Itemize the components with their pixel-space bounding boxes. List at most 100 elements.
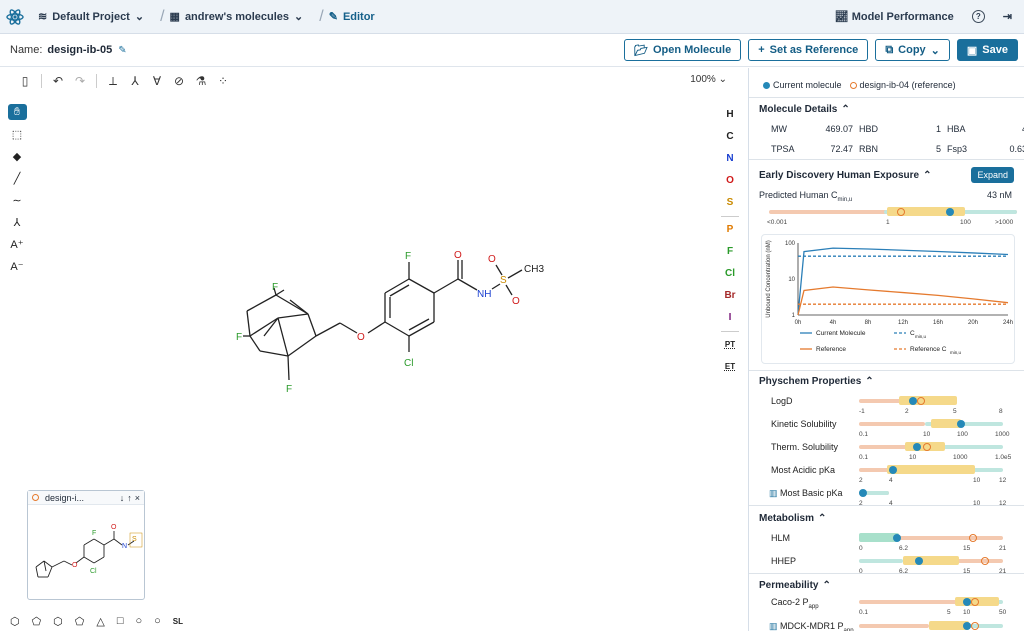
logout-icon[interactable]: ⇥ [1003, 10, 1012, 23]
properties-panel: Current molecule design-ib-04 (reference… [748, 68, 1024, 631]
arrow-up-icon[interactable]: ↑ [127, 493, 132, 503]
atom-button-n[interactable]: N [726, 148, 733, 170]
fluorine-label: F [286, 384, 292, 395]
fluorine-label: F [236, 332, 242, 343]
copy-label: Copy [898, 44, 926, 56]
benzene-icon[interactable]: ⬡ [10, 615, 20, 628]
cyclopentadiene-icon[interactable]: ⬠ [32, 615, 42, 628]
bond-icon[interactable]: ╱ [8, 170, 27, 186]
eraser-icon[interactable]: ◆ [8, 148, 27, 164]
set-reference-button[interactable]: + Set as Reference [748, 39, 869, 61]
cyclohexane-icon[interactable]: ⬡ [53, 615, 63, 628]
property-name: HLM [771, 533, 790, 543]
predicted-label-text: Predicted Human C [759, 190, 838, 200]
cyclopropane-icon[interactable]: △ [96, 615, 104, 628]
detail-value: 72.47 [830, 144, 853, 154]
reference-marker [969, 534, 977, 542]
molecule-details-header[interactable]: Molecule Details ⌃ [749, 104, 850, 115]
atom-button-pt[interactable]: PT [725, 334, 735, 356]
select-icon[interactable]: ⬚ [8, 126, 27, 142]
property-name: Therm. Solubility [771, 442, 838, 452]
atom-button-p[interactable]: P [727, 219, 734, 241]
structure-library-icon[interactable]: SL [173, 617, 183, 626]
calculate-icon[interactable]: ⚗︎ [190, 74, 212, 88]
undo-icon[interactable]: ↶ [47, 74, 69, 88]
cyclooctane-icon[interactable]: ○ [154, 615, 161, 627]
property-label: Most Basic pKa [780, 488, 843, 498]
property-name: LogD [771, 396, 793, 406]
divider [41, 74, 42, 88]
atom-button-cl[interactable]: Cl [725, 263, 735, 285]
cyclopentane-icon[interactable]: ⬠ [75, 615, 85, 628]
atom-button-o[interactable]: O [726, 170, 734, 192]
chevron-up-icon: ⌃ [865, 376, 874, 387]
detail-key: MW [771, 124, 787, 134]
chain-icon[interactable]: ∼ [8, 192, 27, 208]
atom-button-h[interactable]: H [726, 104, 733, 126]
zoom-select[interactable]: 100% ⌄ [690, 74, 727, 85]
redo-icon[interactable]: ↷ [69, 74, 91, 88]
new-document-icon[interactable]: ▯ [14, 74, 36, 88]
atom-button-et[interactable]: ET [725, 356, 735, 378]
breadcrumb-editor[interactable]: / ✎ Editor [311, 8, 382, 26]
exposure-header[interactable]: Early Discovery Human Exposure ⌃ [749, 170, 931, 181]
detail-key: TPSA [771, 144, 795, 154]
open-molecule-button[interactable]: 📂︎ Open Molecule [623, 39, 742, 61]
question-circle-icon[interactable]: ? [971, 10, 985, 23]
metabolism-header[interactable]: Metabolism ⌃ [749, 513, 826, 524]
atom-button-i[interactable]: I [729, 307, 732, 329]
model-performance-link[interactable]: 📈︎ Model Performance [835, 10, 954, 23]
chlorine-label: Cl [404, 358, 413, 369]
chevron-down-icon: ⌄ [718, 74, 727, 85]
current-marker [909, 397, 917, 405]
series-line-2 [797, 286, 1009, 316]
copy-button[interactable]: ⧉ Copy ⌄ [875, 39, 950, 61]
hand-icon[interactable]: ✋︎ [7, 104, 27, 120]
close-icon[interactable]: × [135, 493, 140, 503]
rgroup-icon[interactable]: ⅄ [8, 214, 27, 230]
atom-button-c[interactable]: C [726, 126, 733, 148]
save-button[interactable]: ▣ Save [956, 39, 1018, 61]
chevron-up-icon: ⌃ [818, 513, 827, 524]
divider [749, 159, 1024, 160]
breadcrumb-molecule-set[interactable]: / ▦ andrew's molecules ⌄ [152, 8, 311, 26]
current-marker [859, 489, 867, 497]
svg-text:O: O [111, 524, 117, 531]
permeability-header[interactable]: Permeability ⌃ [749, 580, 831, 591]
property-label: MDCK-MDR1 P [780, 621, 844, 631]
charge-minus-icon[interactable]: A⁻ [8, 258, 27, 274]
histogram-icon[interactable]: ▥ [769, 488, 780, 498]
reference-preview-card[interactable]: design-i... ↓ ↑ × O F Cl O N S [27, 490, 145, 600]
amide-nh-label: NH [477, 289, 491, 300]
check-icon[interactable]: ⊘ [168, 74, 190, 88]
tick-label: <0.001 [767, 219, 788, 226]
physchem-header[interactable]: Physchem Properties ⌃ [749, 376, 874, 387]
tick-label: -1 [859, 408, 865, 415]
arrow-down-icon[interactable]: ↓ [120, 493, 125, 503]
zoom-value: 100% [690, 74, 716, 85]
expand-button[interactable]: Expand [971, 167, 1014, 183]
edit-name-icon[interactable]: ✎ [118, 45, 126, 56]
x-tick-label: 4h [830, 320, 837, 326]
x-tick-label: 0h [795, 320, 802, 326]
tick-label: 2 [859, 477, 863, 484]
cycloheptane-icon[interactable]: ○ [135, 615, 142, 627]
tick-label: 1.0e5 [995, 454, 1012, 461]
property-name: ▥ Most Basic pKa [769, 488, 843, 499]
atom-button-br[interactable]: Br [724, 285, 735, 307]
atom-button-f[interactable]: F [727, 241, 733, 263]
clean-icon[interactable]: ⅄ [124, 74, 146, 88]
aromatize-icon[interactable]: ∀ [146, 74, 168, 88]
layout-icon[interactable]: ⟂ [102, 74, 124, 89]
charge-plus-icon[interactable]: A⁺ [8, 236, 27, 252]
molecule-name[interactable]: design-ib-05 [47, 44, 112, 56]
histogram-icon[interactable]: ▥ [769, 621, 780, 631]
stereo-icon[interactable]: ⁘ [212, 74, 234, 88]
breadcrumb-project[interactable]: ≋ Default Project ⌄ [30, 10, 152, 24]
svg-text:N: N [122, 543, 127, 550]
detail-value: 0.63 [1009, 144, 1024, 154]
cyclobutane-icon[interactable]: □ [117, 615, 124, 627]
atom-button-s[interactable]: S [727, 192, 734, 214]
reference-marker [917, 397, 925, 405]
app-logo-icon[interactable] [0, 0, 30, 34]
